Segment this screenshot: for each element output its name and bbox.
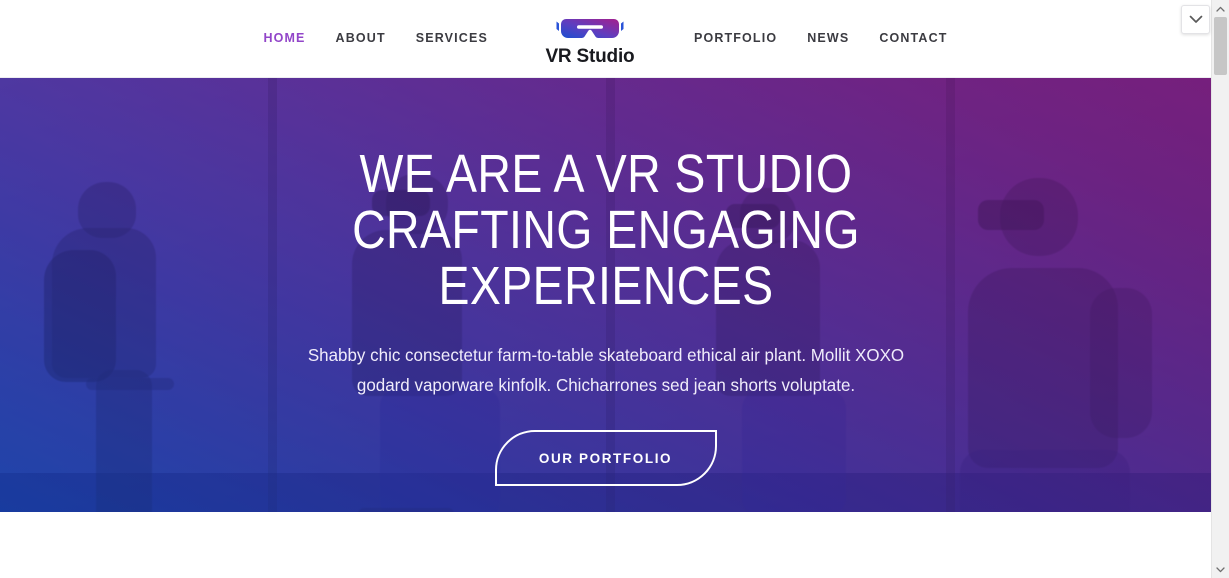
brand-name: VR Studio <box>545 45 635 67</box>
brand-logo[interactable]: VR Studio <box>530 14 650 66</box>
chevron-up-icon <box>1216 6 1225 12</box>
scroll-down-arrow[interactable] <box>1212 561 1229 578</box>
hero-headline: WE ARE A VR STUDIO CRAFTING ENGAGING EXP… <box>351 144 860 316</box>
next-section-placeholder <box>0 512 1211 578</box>
hero-cta-wrapper: OUR PORTFOLIO <box>494 430 717 486</box>
primary-nav-right: PORTFOLIO NEWS CONTACT <box>694 32 948 45</box>
hero-subtitle: Shabby chic consectetur farm-to-table sk… <box>307 345 904 395</box>
nav-link-contact[interactable]: CONTACT <box>879 32 947 45</box>
nav-link-services[interactable]: SERVICES <box>416 32 488 45</box>
nav-link-home[interactable]: HOME <box>263 32 305 45</box>
vr-headset-icon <box>552 14 628 44</box>
hero-section: WE ARE A VR STUDIO CRAFTING ENGAGING EXP… <box>0 78 1211 512</box>
primary-nav-left: HOME ABOUT SERVICES <box>263 32 488 45</box>
our-portfolio-button[interactable]: OUR PORTFOLIO <box>494 430 717 486</box>
scroll-up-arrow[interactable] <box>1212 0 1229 17</box>
chevron-down-icon <box>1216 566 1225 572</box>
site-header: HOME ABOUT SERVICES VR Studio PORTFOLIO … <box>0 0 1211 78</box>
scrollbar-thumb[interactable] <box>1214 17 1227 75</box>
hero-content: WE ARE A VR STUDIO CRAFTING ENGAGING EXP… <box>0 78 1211 512</box>
nav-link-news[interactable]: NEWS <box>807 32 849 45</box>
browser-viewport: HOME ABOUT SERVICES VR Studio PORTFOLIO … <box>0 0 1211 578</box>
vertical-scrollbar[interactable] <box>1211 0 1229 578</box>
nav-link-portfolio[interactable]: PORTFOLIO <box>694 32 777 45</box>
page-root: HOME ABOUT SERVICES VR Studio PORTFOLIO … <box>0 0 1229 578</box>
chevron-down-icon <box>1189 15 1202 23</box>
nav-link-about[interactable]: ABOUT <box>336 32 386 45</box>
chevron-down-widget-button[interactable] <box>1181 5 1210 34</box>
